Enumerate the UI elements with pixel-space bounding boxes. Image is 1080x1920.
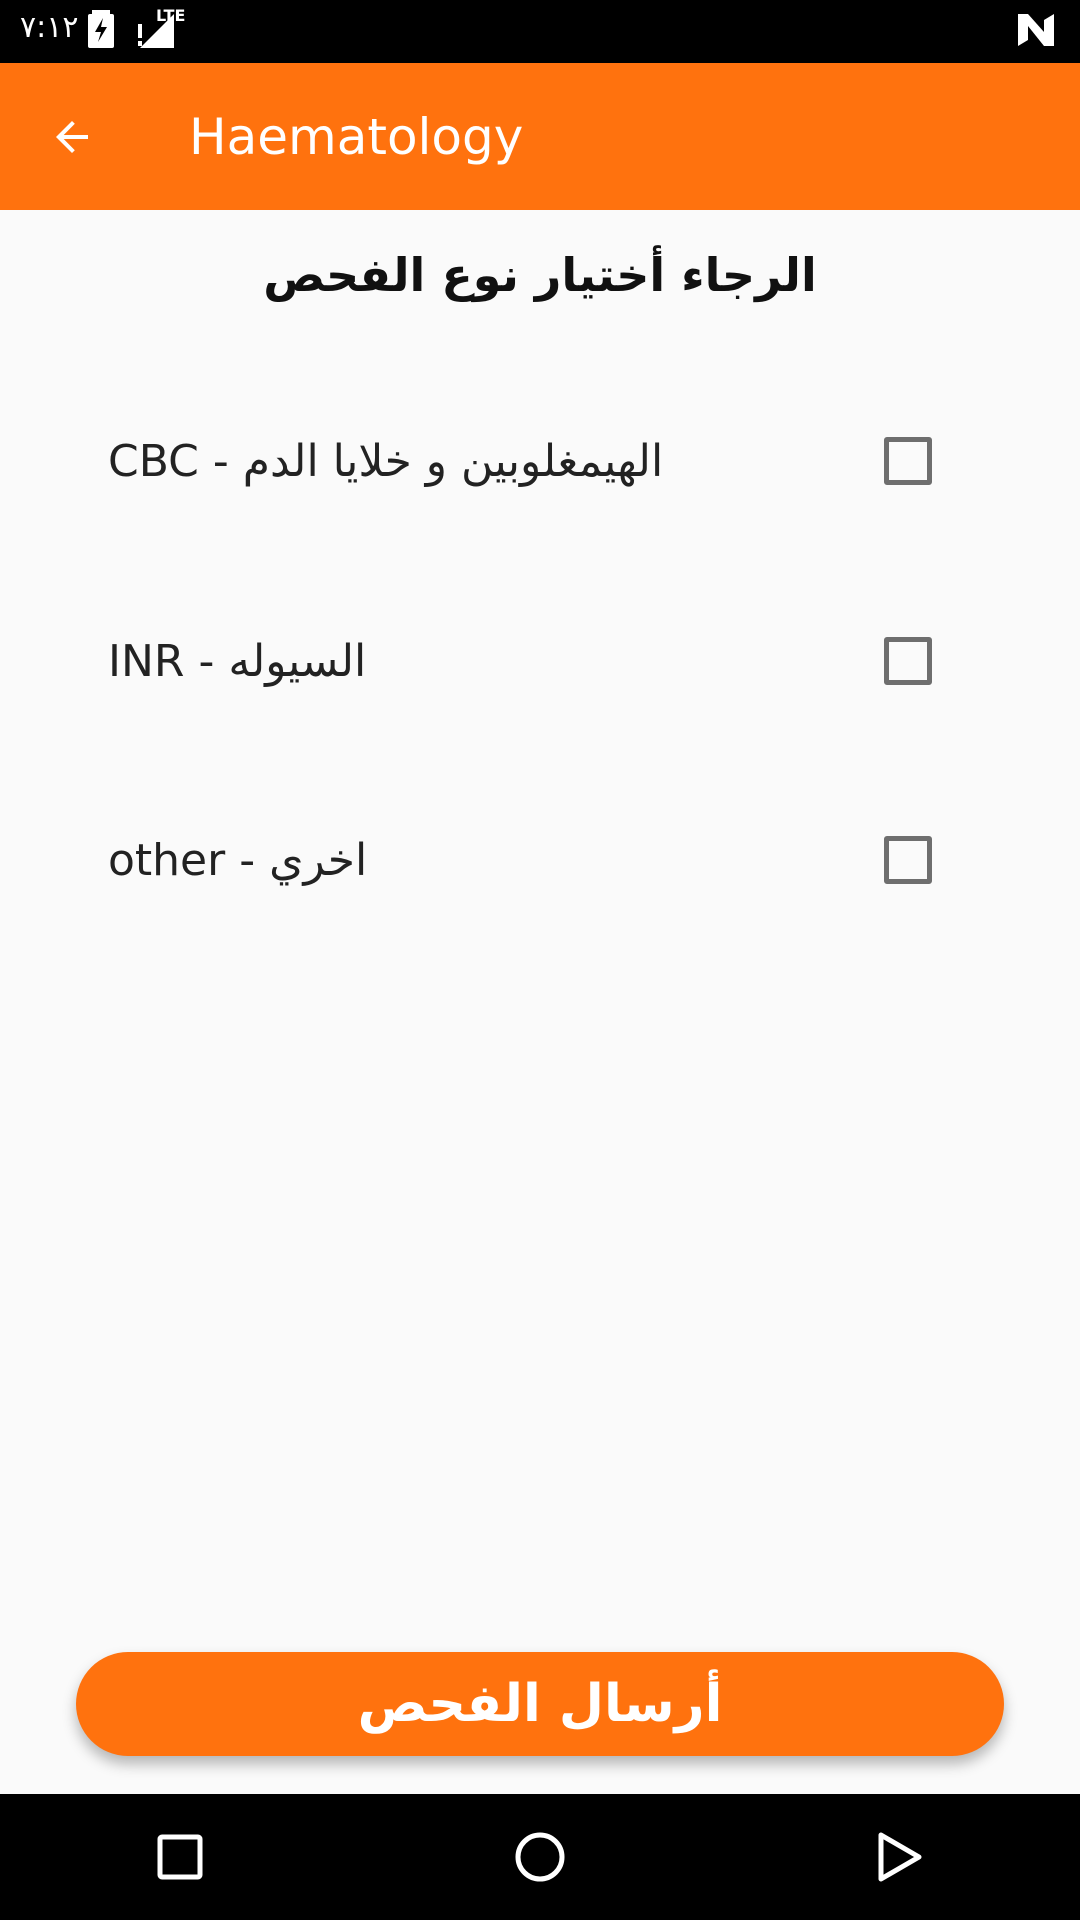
notification-n-icon (1016, 12, 1056, 52)
recents-square-icon (157, 1834, 203, 1880)
battery-charging-icon (88, 10, 114, 52)
option-row-inr[interactable]: INR - السيوله (108, 606, 968, 716)
app-bar: Haematology (0, 63, 1080, 210)
status-bar: ٧:١٢ LTE (0, 0, 1080, 63)
option-label: other - اخري (108, 834, 368, 886)
lte-label: LTE (156, 6, 186, 25)
option-label: CBC - الهيمغلوبين و خلايا الدم (108, 435, 664, 487)
option-label: INR - السيوله (108, 635, 367, 687)
nav-back-button[interactable] (860, 1817, 940, 1897)
instruction-heading: الرجاء أختيار نوع الفحص (263, 248, 817, 302)
checkbox-other[interactable] (884, 836, 932, 884)
home-button[interactable] (500, 1817, 580, 1897)
submit-test-button[interactable]: أرسال الفحص (76, 1652, 1004, 1756)
back-button[interactable] (36, 101, 108, 173)
arrow-back-icon (56, 121, 88, 153)
checkbox-inr[interactable] (884, 637, 932, 685)
checkbox-cbc[interactable] (884, 437, 932, 485)
home-circle-icon (515, 1832, 565, 1882)
status-time: ٧:١٢ (20, 10, 79, 45)
navigation-bar (0, 1794, 1080, 1920)
back-triangle-icon (878, 1832, 922, 1882)
option-row-other[interactable]: other - اخري (108, 805, 968, 915)
signal-no-service-icon: LTE (136, 6, 185, 52)
recents-button[interactable] (140, 1817, 220, 1897)
option-row-cbc[interactable]: CBC - الهيمغلوبين و خلايا الدم (108, 406, 968, 516)
page-title: Haematology (189, 108, 524, 166)
status-icons: LTE (88, 6, 185, 52)
